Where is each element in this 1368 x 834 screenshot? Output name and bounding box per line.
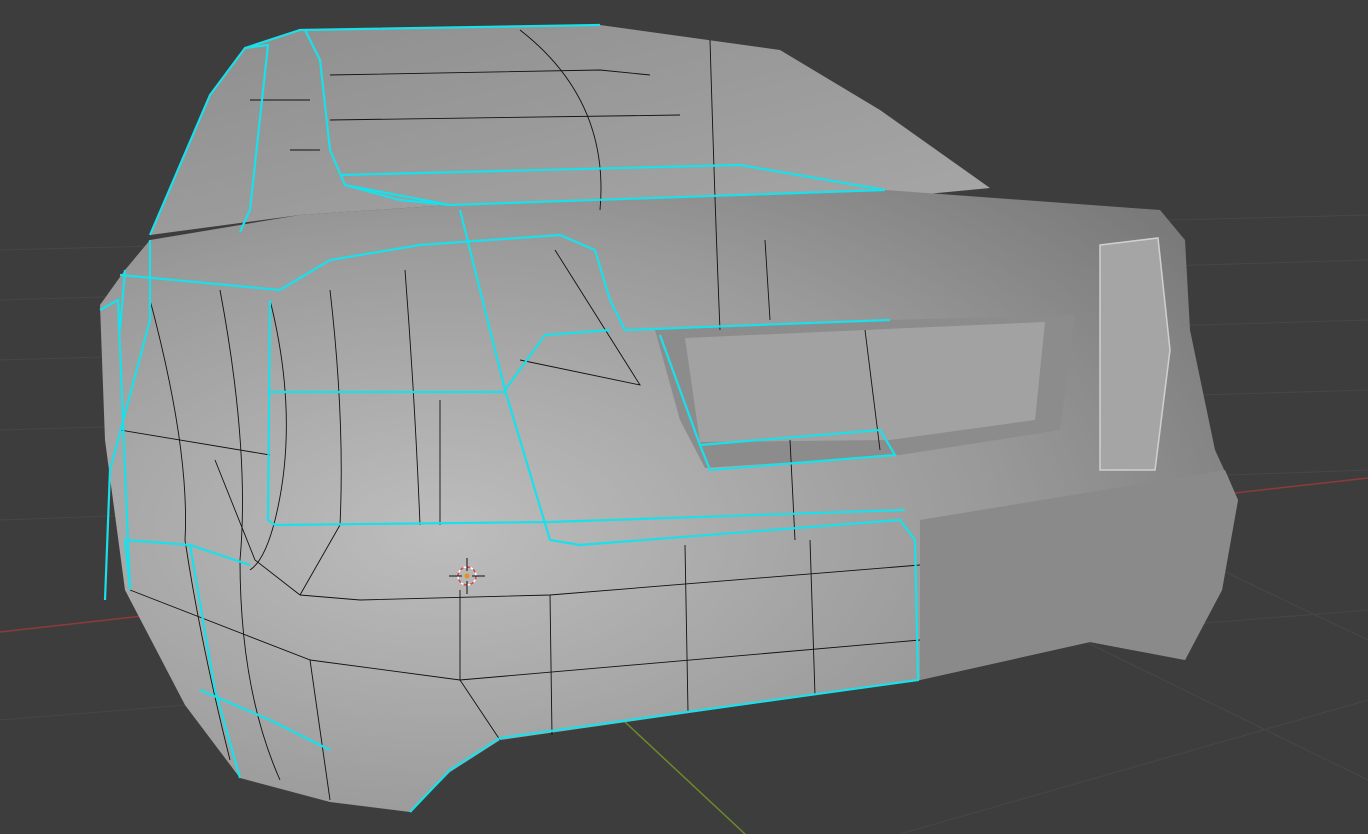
tail-light-right (1099, 237, 1171, 471)
license-plate-inner (685, 322, 1045, 442)
3d-viewport[interactable] (0, 0, 1368, 834)
car-mesh[interactable] (99, 23, 1238, 813)
viewport-canvas[interactable] (0, 0, 1368, 834)
y-axis-line (624, 721, 746, 834)
